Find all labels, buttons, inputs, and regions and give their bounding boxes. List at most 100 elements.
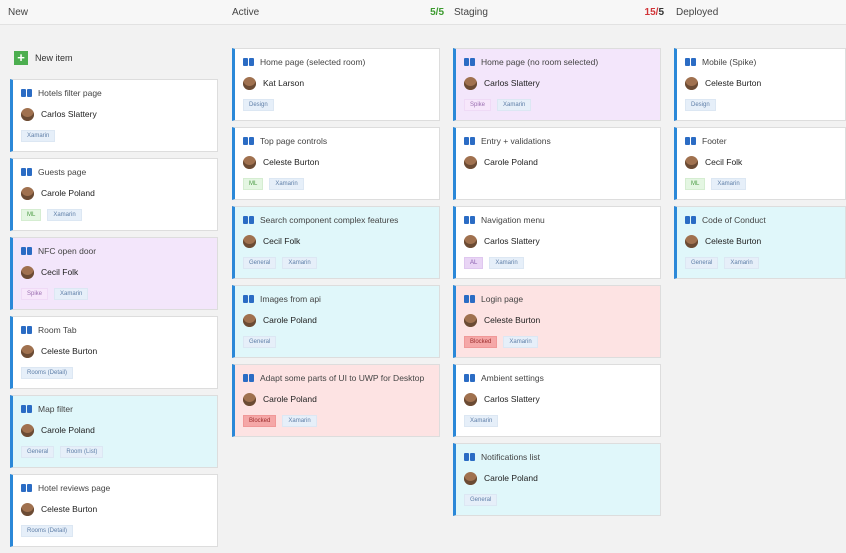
- card-assignee: Cecil Folk: [243, 234, 431, 248]
- book-icon: [243, 216, 254, 224]
- card[interactable]: Search component complex features Cecil F…: [232, 206, 440, 279]
- tag-badge[interactable]: Xamarin: [54, 288, 89, 300]
- card-assignee: Carlos Slattery: [21, 107, 209, 121]
- card[interactable]: Adapt some parts of UI to UWP for Deskto…: [232, 364, 440, 437]
- card-tags: Rooms (Detail): [21, 525, 209, 537]
- tag-badge[interactable]: Design: [685, 99, 716, 111]
- card-tags: General: [464, 494, 652, 506]
- assignee-name: Cecil Folk: [705, 157, 743, 167]
- tag-badge[interactable]: Rooms (Detail): [21, 367, 74, 379]
- card-title-row: Notifications list: [464, 451, 652, 463]
- card[interactable]: Images from api Carole Poland General: [232, 285, 440, 358]
- card[interactable]: Entry + validations Carole Poland: [453, 127, 661, 200]
- tag-badge[interactable]: Xamarin: [464, 415, 499, 427]
- card[interactable]: Home page (selected room) Kat Larson Desig…: [232, 48, 440, 121]
- card-title-row: Entry + validations: [464, 135, 652, 147]
- tag-badge[interactable]: General: [243, 336, 277, 348]
- card[interactable]: Home page (no room selected) Carlos Slatt…: [453, 48, 661, 121]
- tag-badge[interactable]: Xamarin: [47, 209, 82, 221]
- tag-badge[interactable]: Blocked: [243, 415, 277, 427]
- assignee-name: Celeste Burton: [41, 504, 98, 514]
- tag-badge[interactable]: Xamarin: [282, 257, 317, 269]
- tag-badge[interactable]: Room (List): [60, 446, 104, 458]
- avatar: [21, 423, 34, 437]
- tag-badge[interactable]: Spike: [21, 288, 49, 300]
- tag-badge[interactable]: Blocked: [464, 336, 498, 348]
- tag-badge[interactable]: ML: [21, 209, 42, 221]
- card-title-row: Ambient settings: [464, 372, 652, 384]
- tag-badge[interactable]: Xamarin: [269, 178, 304, 190]
- tag-badge[interactable]: Xamarin: [489, 257, 524, 269]
- card-tags: General: [243, 336, 431, 348]
- card[interactable]: Login page Celeste Burton Blocked Xamarin: [453, 285, 661, 358]
- assignee-name: Celeste Burton: [705, 78, 762, 88]
- card-tags: ML Xamarin: [243, 178, 431, 190]
- tag-badge[interactable]: Spike: [464, 99, 492, 111]
- tag-badge[interactable]: General: [21, 446, 55, 458]
- card[interactable]: Top page controls Celeste Burton ML Xamarin: [232, 127, 440, 200]
- tag-badge[interactable]: General: [243, 257, 277, 269]
- card-title: Map filter: [38, 404, 73, 414]
- tag-badge[interactable]: AL: [464, 257, 484, 269]
- book-icon: [21, 484, 32, 492]
- card-title-row: Hotels filter page: [21, 87, 209, 99]
- card[interactable]: NFC open door Cecil Folk Spike Xamarin: [10, 237, 218, 310]
- assignee-name: Carole Poland: [263, 394, 317, 404]
- card-assignee: Cecil Folk: [685, 155, 837, 169]
- card-title-row: Home page (no room selected): [464, 56, 652, 68]
- book-icon: [243, 137, 254, 145]
- tag-badge[interactable]: General: [685, 257, 719, 269]
- tag-badge[interactable]: Design: [243, 99, 274, 111]
- book-icon: [243, 374, 254, 382]
- card-assignee: Carole Poland: [21, 186, 209, 200]
- card-title: Ambient settings: [481, 373, 544, 383]
- assignee-name: Cecil Folk: [263, 236, 301, 246]
- card-title-row: Footer: [685, 135, 837, 147]
- column-title: Staging: [454, 6, 488, 18]
- card[interactable]: Navigation menu Carlos Slattery AL Xamarin: [453, 206, 661, 279]
- card[interactable]: Notifications list Carole Poland General: [453, 443, 661, 516]
- card-title-row: Mobile (Spike): [685, 56, 837, 68]
- card[interactable]: Guests page Carole Poland ML Xamarin: [10, 158, 218, 231]
- tag-badge[interactable]: Xamarin: [282, 415, 317, 427]
- tag-badge[interactable]: General: [464, 494, 498, 506]
- new-item-button[interactable]: + New item: [14, 48, 218, 68]
- tag-badge[interactable]: Xamarin: [503, 336, 538, 348]
- card-title: NFC open door: [38, 246, 97, 256]
- book-icon: [464, 453, 475, 461]
- assignee-name: Carole Poland: [41, 188, 95, 198]
- tag-badge[interactable]: Rooms (Detail): [21, 525, 74, 537]
- card[interactable]: Mobile (Spike) Celeste Burton Design: [674, 48, 846, 121]
- book-icon: [685, 216, 696, 224]
- wip-count: 5/5: [430, 6, 444, 18]
- book-icon: [21, 89, 32, 97]
- card[interactable]: Code of Conduct Celeste Burton General Xama…: [674, 206, 846, 279]
- column-staging: Home page (no room selected) Carlos Slatt…: [453, 48, 661, 522]
- tag-badge[interactable]: Xamarin: [497, 99, 532, 111]
- column-active: Home page (selected room) Kat Larson Desig…: [232, 48, 440, 443]
- book-icon: [464, 374, 475, 382]
- card-title: Entry + validations: [481, 136, 551, 146]
- assignee-name: Carole Poland: [484, 157, 538, 167]
- card-assignee: Cecil Folk: [21, 265, 209, 279]
- tag-badge[interactable]: ML: [243, 178, 264, 190]
- assignee-name: Carlos Slattery: [484, 236, 540, 246]
- book-icon: [464, 216, 475, 224]
- card[interactable]: Room Tab Celeste Burton Rooms (Detail): [10, 316, 218, 389]
- card-title-row: Hotel reviews page: [21, 482, 209, 494]
- card[interactable]: Map filter Carole Poland General Room (List…: [10, 395, 218, 468]
- tag-badge[interactable]: Xamarin: [724, 257, 759, 269]
- avatar: [243, 313, 256, 327]
- tag-badge[interactable]: ML: [685, 178, 706, 190]
- avatar: [21, 344, 34, 358]
- avatar: [464, 234, 477, 248]
- tag-badge[interactable]: Xamarin: [711, 178, 746, 190]
- card[interactable]: Footer Cecil Folk ML Xamarin: [674, 127, 846, 200]
- card-tags: Rooms (Detail): [21, 367, 209, 379]
- tag-badge[interactable]: Xamarin: [21, 130, 56, 142]
- card[interactable]: Hotels filter page Carlos Slattery Xamarin: [10, 79, 218, 152]
- avatar: [243, 392, 256, 406]
- card[interactable]: Hotel reviews page Celeste Burton Rooms (D…: [10, 474, 218, 547]
- card[interactable]: Ambient settings Carlos Slattery Xamarin: [453, 364, 661, 437]
- column-new: + New item Hotels filter page Carlos Slat…: [10, 48, 218, 553]
